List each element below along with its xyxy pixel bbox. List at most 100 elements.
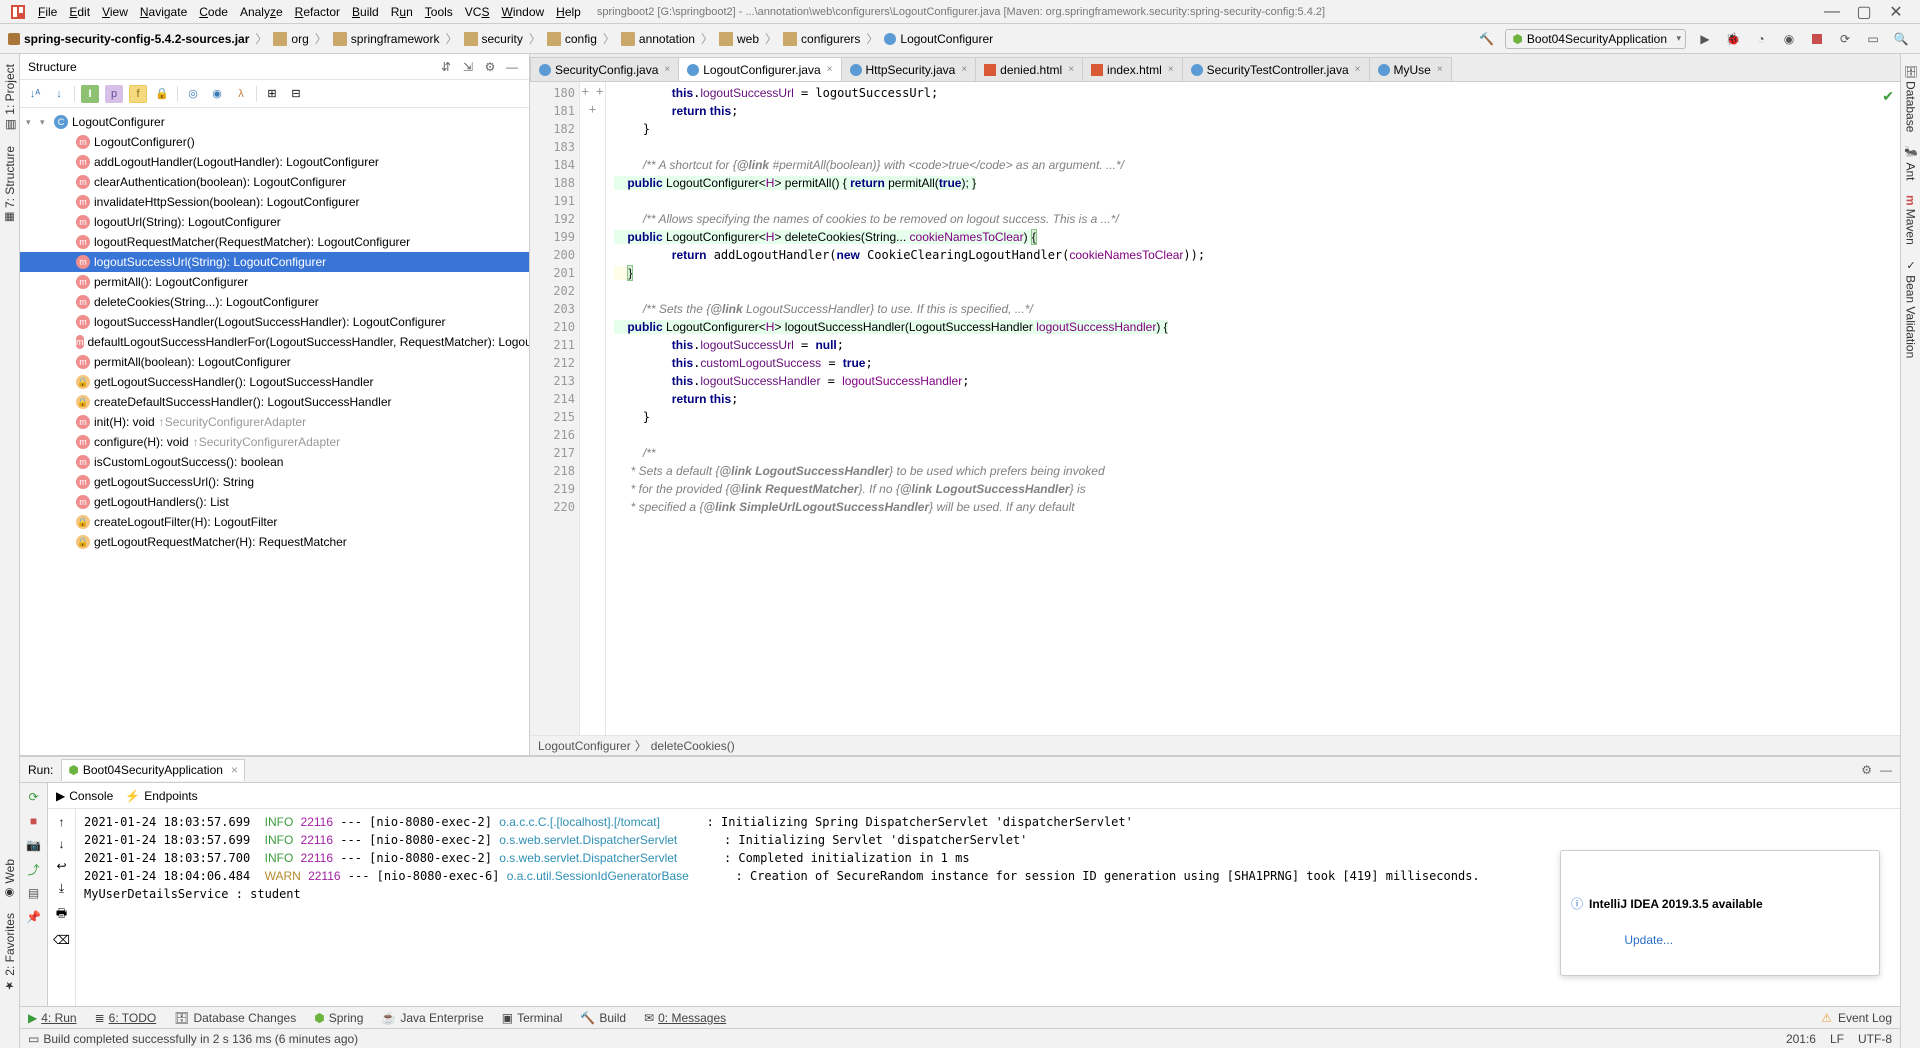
show-properties-icon[interactable]: p xyxy=(105,85,123,103)
menu-help[interactable]: Help xyxy=(550,5,587,19)
update-icon[interactable]: ⤴ xyxy=(26,861,42,877)
layout-icon[interactable]: ▤ xyxy=(26,885,42,901)
camera-icon[interactable]: 📷 xyxy=(26,837,42,853)
sidebar-tab-project[interactable]: ▤ 1: Project xyxy=(1,58,19,138)
tree-item[interactable]: mgetLogoutSuccessUrl(): String xyxy=(20,472,529,492)
code-area[interactable]: this.logoutSuccessUrl = logoutSuccessUrl… xyxy=(606,82,1900,735)
close-icon[interactable]: × xyxy=(664,64,670,75)
gear-icon[interactable]: ⚙ xyxy=(1861,763,1872,777)
tree-item[interactable]: 🔒getLogoutSuccessHandler(): LogoutSucces… xyxy=(20,372,529,392)
update-button[interactable]: ⟳ xyxy=(1836,30,1854,48)
bottom-tab-run[interactable]: ▶4: Run xyxy=(28,1011,77,1025)
stop-icon[interactable]: ■ xyxy=(26,813,42,829)
tree-item[interactable]: mlogoutRequestMatcher(RequestMatcher): L… xyxy=(20,232,529,252)
sidebar-tab-web[interactable]: ◉ Web xyxy=(1,853,19,906)
minimize-panel-icon[interactable]: — xyxy=(1880,763,1892,777)
tree-item[interactable]: minvalidateHttpSession(boolean): LogoutC… xyxy=(20,192,529,212)
breadcrumb[interactable]: springframework xyxy=(329,32,444,46)
editor-tab[interactable]: HttpSecurity.java× xyxy=(841,57,977,81)
scroll-end-icon[interactable]: ⤓ xyxy=(59,881,64,896)
sidebar-tab-structure[interactable]: ▦ 7: Structure xyxy=(1,140,19,230)
menu-navigate[interactable]: Navigate xyxy=(134,5,193,19)
close-icon[interactable]: × xyxy=(1355,64,1361,75)
tree-item[interactable]: mpermitAll(): LogoutConfigurer xyxy=(20,272,529,292)
profile-button[interactable]: ◉ xyxy=(1780,30,1798,48)
endpoints-tab[interactable]: ⚡Endpoints xyxy=(125,789,197,803)
editor-tab[interactable]: SecurityConfig.java× xyxy=(530,57,679,81)
close-icon[interactable]: × xyxy=(1068,64,1074,75)
expand-all-icon[interactable]: ⊞ xyxy=(263,85,281,103)
debug-button[interactable]: 🐞 xyxy=(1724,30,1742,48)
close-button[interactable]: ✕ xyxy=(1890,6,1902,18)
menu-edit[interactable]: Edit xyxy=(63,5,96,19)
sidebar-tab-favorites[interactable]: ★ 2: Favorites xyxy=(1,907,19,998)
build-icon[interactable]: 🔨 xyxy=(1477,30,1495,48)
menu-run[interactable]: Run xyxy=(385,5,419,19)
lambda-icon[interactable]: λ xyxy=(232,85,250,103)
wrap-icon[interactable]: ↩ xyxy=(56,859,66,873)
search-everywhere-icon[interactable]: 🔍 xyxy=(1892,30,1910,48)
bottom-tab-javaee[interactable]: ☕ Java Enterprise xyxy=(381,1011,483,1025)
run-configuration-select[interactable]: ⬢Boot04SecurityApplication xyxy=(1505,29,1686,49)
editor-tab[interactable]: index.html× xyxy=(1082,57,1183,81)
menu-code[interactable]: Code xyxy=(193,5,234,19)
menu-refactor[interactable]: Refactor xyxy=(289,5,346,19)
menu-analyze[interactable]: Analyze xyxy=(234,5,289,19)
editor-tab[interactable]: denied.html× xyxy=(975,57,1083,81)
menu-vcs[interactable]: VCS xyxy=(459,5,496,19)
breadcrumb[interactable]: LogoutConfigurer xyxy=(880,32,997,46)
layout-button[interactable]: ▭ xyxy=(1864,30,1882,48)
tree-item[interactable]: 🔒createDefaultSuccessHandler(): LogoutSu… xyxy=(20,392,529,412)
tree-item[interactable]: mlogoutUrl(String): LogoutConfigurer xyxy=(20,212,529,232)
sidebar-tab-beanvalidation[interactable]: ✓ Bean Validation xyxy=(1902,253,1920,364)
breadcrumb[interactable]: config xyxy=(543,32,601,46)
bottom-tab-messages[interactable]: ✉ 0: Messages xyxy=(644,1011,726,1025)
editor-tab[interactable]: MyUse× xyxy=(1369,57,1452,81)
editor-tab[interactable]: LogoutConfigurer.java× xyxy=(678,57,841,81)
breadcrumb[interactable]: configurers xyxy=(779,32,864,46)
structure-tree[interactable]: ▾▾CLogoutConfigurer mLogoutConfigurer()m… xyxy=(20,108,529,755)
code-breadcrumb[interactable]: LogoutConfigurer〉deleteCookies() xyxy=(530,735,1900,755)
bottom-tab-todo[interactable]: ≣ 6: TODO xyxy=(95,1011,157,1025)
tree-item[interactable]: mconfigure(H): void ↑SecurityConfigurerA… xyxy=(20,432,529,452)
show-interfaces-icon[interactable]: I xyxy=(81,85,99,103)
sidebar-tab-database[interactable]: 🗄 Database xyxy=(1902,58,1920,138)
breadcrumb[interactable]: web xyxy=(715,32,763,46)
stop-button[interactable] xyxy=(1808,30,1826,48)
menu-view[interactable]: View xyxy=(96,5,134,19)
bottom-tab-spring[interactable]: ⬢ Spring xyxy=(314,1011,363,1025)
coverage-button[interactable]: ◔ xyxy=(1752,30,1770,48)
minimize-button[interactable]: — xyxy=(1826,6,1838,18)
tree-item[interactable]: maddLogoutHandler(LogoutHandler): Logout… xyxy=(20,152,529,172)
bottom-tab-terminal[interactable]: ▣ Terminal xyxy=(502,1011,563,1025)
up-icon[interactable]: ↑ xyxy=(59,815,65,829)
tree-item[interactable]: mdefaultLogoutSuccessHandlerFor(LogoutSu… xyxy=(20,332,529,352)
expand-icon[interactable]: ⇲ xyxy=(459,58,477,76)
maximize-button[interactable]: ▢ xyxy=(1858,6,1870,18)
down-icon[interactable]: ↓ xyxy=(59,837,65,851)
tree-item[interactable]: mlogoutSuccessHandler(LogoutSuccessHandl… xyxy=(20,312,529,332)
breadcrumb[interactable]: security xyxy=(460,32,527,46)
console-output[interactable]: 2021-01-24 18:03:57.699 INFO 22116 --- [… xyxy=(76,809,1900,1006)
rerun-icon[interactable]: ⟳ xyxy=(26,789,42,805)
collapse-all-icon[interactable]: ⊟ xyxy=(287,85,305,103)
flatten-icon[interactable]: ⇵ xyxy=(437,58,455,76)
show-fields-icon[interactable]: f xyxy=(129,85,147,103)
close-icon[interactable]: × xyxy=(961,64,967,75)
tree-item[interactable]: mgetLogoutHandlers(): List xyxy=(20,492,529,512)
event-log-tab[interactable]: Event Log xyxy=(1838,1011,1892,1025)
sort-alpha-icon[interactable]: ↓ᴬ xyxy=(26,85,44,103)
print-icon[interactable]: 🖶 xyxy=(56,904,67,925)
sidebar-tab-maven[interactable]: m Maven xyxy=(1902,189,1920,251)
menu-tools[interactable]: Tools xyxy=(419,5,459,19)
scroll-to-source-icon[interactable]: ◎ xyxy=(184,85,202,103)
bottom-tab-db-changes[interactable]: 🗄 Database Changes xyxy=(174,1011,296,1025)
console-tab[interactable]: ▶Console xyxy=(56,789,113,803)
tree-item[interactable]: mpermitAll(boolean): LogoutConfigurer xyxy=(20,352,529,372)
tree-item[interactable]: mclearAuthentication(boolean): LogoutCon… xyxy=(20,172,529,192)
menu-file[interactable]: File xyxy=(32,5,63,19)
tree-item[interactable]: mLogoutConfigurer() xyxy=(20,132,529,152)
show-nonpublic-icon[interactable]: 🔒 xyxy=(153,85,171,103)
line-separator[interactable]: LF xyxy=(1830,1032,1844,1046)
close-icon[interactable]: × xyxy=(1437,64,1443,75)
